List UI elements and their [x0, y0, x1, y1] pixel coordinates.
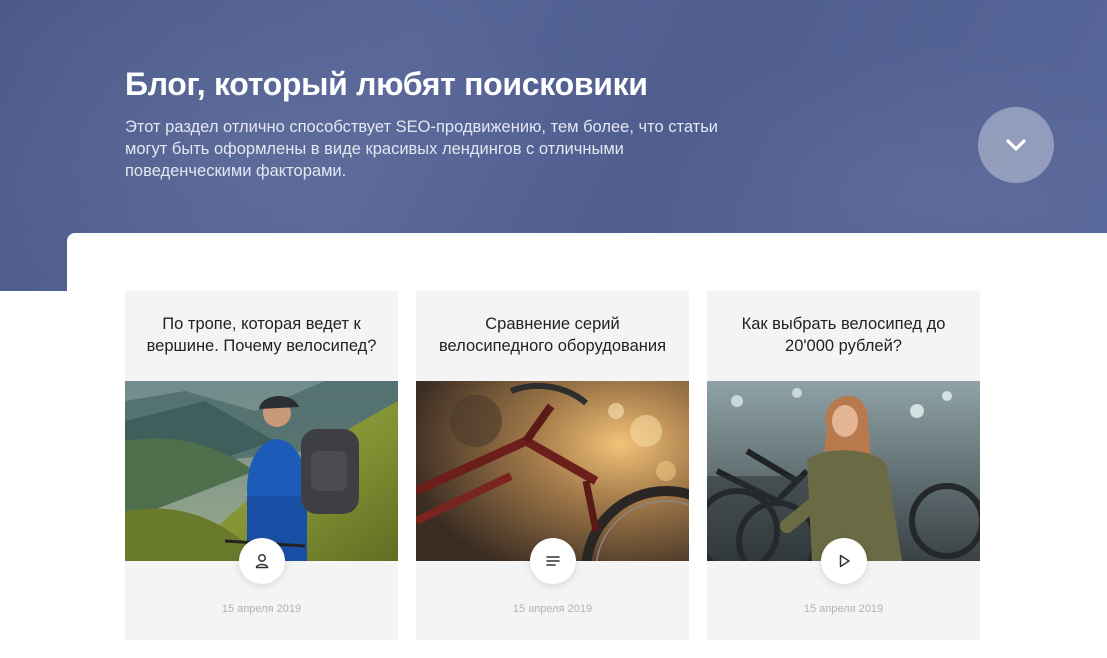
card-date: 15 апреля 2019 [803, 603, 884, 615]
hero-description-line: Этот раздел отлично способствует SEO-про… [125, 118, 719, 136]
hero-description: Этот раздел отлично способствует SEO-про… [125, 116, 725, 182]
article-button[interactable] [530, 538, 576, 584]
video-button[interactable] [821, 538, 867, 584]
page-title: Блог, который любят поисковики [125, 66, 648, 102]
card-title[interactable]: Как выбрать велосипед до 20'000 рублей? [707, 313, 980, 357]
card-title-line: По тропе, которая ведет к [162, 315, 361, 333]
user-button[interactable] [239, 538, 285, 584]
chevron-down-icon [1006, 139, 1026, 151]
card-date: 15 апреля 2019 [512, 603, 593, 615]
card-title-line: вершине. Почему велосипед? [146, 337, 377, 355]
card-image[interactable] [125, 381, 398, 561]
user-icon [255, 554, 269, 569]
blog-card[interactable]: Как выбрать велосипед до 20'000 рублей? [707, 291, 980, 640]
card-title[interactable]: По тропе, которая ведет к вершине. Почем… [125, 313, 398, 357]
blog-card[interactable]: По тропе, которая ведет к вершине. Почем… [125, 291, 398, 640]
card-title-line: велосипедного оборудования [438, 337, 667, 355]
blog-card[interactable]: Сравнение серий велосипедного оборудован… [416, 291, 689, 640]
card-title-line: Как выбрать велосипед до [741, 315, 946, 333]
card-title[interactable]: Сравнение серий велосипедного оборудован… [416, 313, 689, 357]
hero-description-line: могут быть оформлены в виде красивых лен… [125, 140, 624, 158]
hero-description-line: поведенческими факторами. [125, 162, 347, 180]
card-title-line: 20'000 рублей? [785, 337, 902, 355]
scroll-down-button[interactable] [978, 107, 1054, 183]
text-lines-icon [546, 556, 560, 566]
card-image[interactable] [707, 381, 980, 561]
card-image[interactable] [416, 381, 689, 561]
play-icon [839, 554, 850, 568]
card-title-line: Сравнение серий [485, 315, 620, 333]
card-date: 15 апреля 2019 [221, 603, 302, 615]
